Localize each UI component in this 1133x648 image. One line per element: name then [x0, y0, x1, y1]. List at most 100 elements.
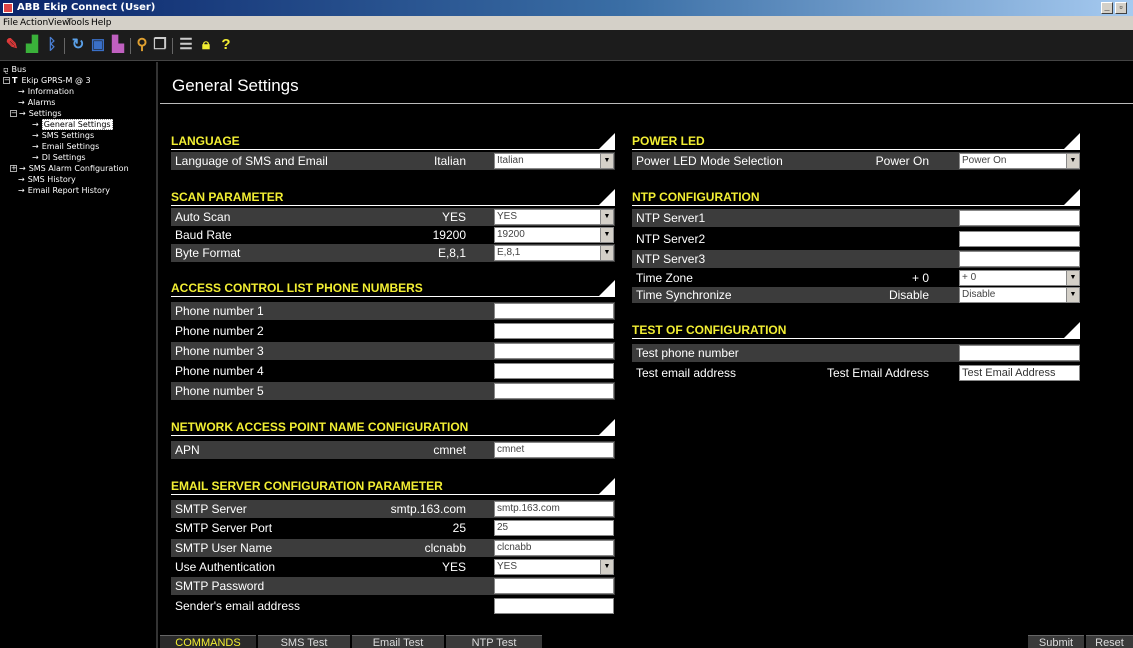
test-email-row: Test email address Test Email Address Te… [632, 364, 1080, 382]
smtp-port-row: SMTP Server Port 25 25 [171, 519, 615, 537]
email-test-button[interactable]: Email Test [352, 635, 444, 648]
dropdown-arrow-icon[interactable]: ▼ [600, 228, 613, 242]
smtp-user-input[interactable]: clcnabb [494, 540, 614, 556]
app-window: ABB Ekip Connect (User) _ ▫ File Action … [0, 0, 1133, 648]
phone-5-input[interactable] [494, 383, 614, 399]
maximize-button[interactable]: ▫ [1115, 2, 1127, 14]
phone-2-input[interactable] [494, 323, 614, 339]
arrow-icon: → [32, 131, 39, 140]
copy-icon[interactable]: ❐ [152, 37, 168, 53]
dropdown-arrow-icon[interactable]: ▼ [600, 154, 613, 168]
select-value: 19200 [497, 229, 525, 240]
dropdown-arrow-icon[interactable]: ▼ [600, 560, 613, 574]
bluetooth-icon[interactable]: ᛒ [44, 37, 60, 53]
auto-scan-row: Auto Scan YES YES ▼ [171, 208, 615, 226]
tree-item-label: Email Report History [27, 186, 110, 195]
smtp-port-input[interactable]: 25 [494, 520, 614, 536]
ntp-test-button[interactable]: NTP Test [446, 635, 542, 648]
row-label: NTP Server2 [636, 232, 706, 246]
expand-icon[interactable]: + [10, 165, 17, 172]
phone-row: Phone number 5 [171, 382, 615, 400]
tree-root-bus[interactable]: ⚼ Bus [3, 64, 26, 75]
smtp-password-input[interactable] [494, 578, 614, 594]
timezone-select[interactable]: + 0 ▼ [959, 270, 1080, 286]
menu-tools[interactable]: Tools [67, 16, 89, 30]
apn-input[interactable]: cmnet [494, 442, 614, 458]
baud-rate-row: Baud Rate 19200 19200 ▼ [171, 226, 615, 244]
dropdown-arrow-icon[interactable]: ▼ [600, 210, 613, 224]
menu-file[interactable]: File [3, 16, 18, 30]
page-title: General Settings [172, 76, 299, 95]
phone-1-input[interactable] [494, 303, 614, 319]
dropdown-arrow-icon[interactable]: ▼ [1066, 154, 1079, 168]
tree-item-email-settings[interactable]: → Email Settings [32, 141, 99, 152]
phone-4-input[interactable] [494, 363, 614, 379]
tree-item-sms-history[interactable]: → SMS History [18, 174, 76, 185]
row-current-value: clcnabb [424, 541, 466, 555]
minimize-button[interactable]: _ [1101, 2, 1113, 14]
collapse-icon[interactable]: − [3, 77, 10, 84]
use-auth-row: Use Authentication YES YES ▼ [171, 558, 615, 576]
language-select[interactable]: Italian ▼ [494, 153, 614, 169]
tree-item-email-report-history[interactable]: → Email Report History [18, 185, 110, 196]
row-current-value: + 0 [911, 271, 929, 285]
tree-device[interactable]: − T Ekip GPRS-M @ 3 [3, 75, 91, 86]
commands-tab[interactable]: COMMANDS [160, 635, 256, 648]
list-icon[interactable]: ☰ [178, 37, 194, 53]
print-icon[interactable]: ▙ [110, 37, 126, 53]
tree-item-label: Alarms [27, 98, 56, 107]
dropdown-arrow-icon[interactable]: ▼ [1066, 288, 1079, 302]
menu-help[interactable]: Help [91, 16, 112, 30]
network-icon[interactable]: ▟ [24, 37, 40, 53]
sender-email-input[interactable] [494, 598, 614, 614]
smtp-server-input[interactable]: smtp.163.com [494, 501, 614, 517]
row-label: APN [175, 443, 200, 457]
menu-action[interactable]: Action [20, 16, 48, 30]
ntp-server1-input[interactable] [959, 210, 1080, 226]
test-phone-input[interactable] [959, 345, 1080, 361]
baud-rate-select[interactable]: 19200 ▼ [494, 227, 614, 243]
tree-item-alarms[interactable]: → Alarms [18, 97, 55, 108]
tree-item-settings[interactable]: − → Settings [10, 108, 62, 119]
menu-bar: File Action View Tools Help [0, 16, 1133, 30]
dropdown-arrow-icon[interactable]: ▼ [600, 246, 613, 260]
power-led-select[interactable]: Power On ▼ [959, 153, 1080, 169]
tree-item-label: General Settings [41, 119, 113, 130]
help-icon[interactable]: ? [218, 37, 234, 53]
collapse-icon[interactable]: − [10, 110, 17, 117]
row-label: SMTP Password [175, 579, 265, 593]
smtp-server-row: SMTP Server smtp.163.com smtp.163.com [171, 500, 615, 518]
select-value: Disable [962, 289, 996, 300]
save-icon[interactable]: ▣ [90, 37, 106, 53]
select-value: YES [497, 561, 518, 572]
auto-scan-select[interactable]: YES ▼ [494, 209, 614, 225]
byte-format-select[interactable]: E,8,1 ▼ [494, 245, 614, 261]
title-bar: ABB Ekip Connect (User) _ ▫ [0, 0, 1133, 16]
tree-item-sms-alarm-config[interactable]: + → SMS Alarm Configuration [10, 163, 129, 174]
tree-item-label: SMS Alarm Configuration [28, 164, 129, 173]
tree-item-information[interactable]: → Information [18, 86, 74, 97]
row-label: Test email address [636, 366, 737, 380]
tree-item-di-settings[interactable]: → DI Settings [32, 152, 86, 163]
search-icon[interactable]: ⚲ [134, 37, 150, 53]
reset-button[interactable]: Reset [1086, 635, 1133, 648]
timesync-select[interactable]: Disable ▼ [959, 287, 1080, 303]
toolbar-separator [130, 38, 131, 54]
section-divider [632, 205, 1080, 206]
ntp-server3-input[interactable] [959, 251, 1080, 267]
phone-3-input[interactable] [494, 343, 614, 359]
tree-item-sms-settings[interactable]: → SMS Settings [32, 130, 94, 141]
use-auth-select[interactable]: YES ▼ [494, 559, 614, 575]
lock-icon[interactable]: 🔒︎ [198, 37, 214, 53]
sms-test-button[interactable]: SMS Test [258, 635, 350, 648]
test-email-input[interactable]: Test Email Address [959, 365, 1080, 381]
submit-button[interactable]: Submit [1028, 635, 1084, 648]
arrow-icon: → [19, 109, 26, 118]
dropdown-arrow-icon[interactable]: ▼ [1066, 271, 1079, 285]
device-tree: ⚼ Bus − T Ekip GPRS-M @ 3 → Information → Ala… [0, 62, 158, 648]
pencil-icon[interactable]: ✎ [4, 37, 20, 53]
ntp-server2-input[interactable] [959, 231, 1080, 247]
tree-item-general-settings[interactable]: → General Settings [32, 119, 113, 130]
toolbar-separator [64, 38, 65, 54]
refresh-icon[interactable]: ↻ [70, 37, 86, 53]
